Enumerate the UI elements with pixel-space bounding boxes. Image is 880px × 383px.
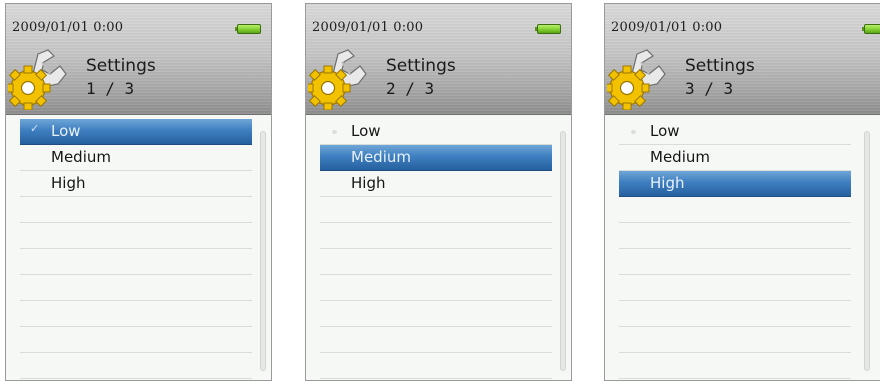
option-high[interactable]: High bbox=[20, 171, 252, 197]
option-low[interactable]: Low bbox=[619, 119, 851, 145]
option-medium[interactable]: Medium bbox=[320, 145, 552, 171]
option-list: Low Medium High bbox=[320, 119, 552, 379]
checkmark-icon: ✓ bbox=[30, 122, 40, 135]
datetime-label: 2009/01/01 0:00 bbox=[12, 20, 124, 35]
empty-row bbox=[619, 249, 851, 275]
empty-row bbox=[20, 223, 252, 249]
option-label: Low bbox=[51, 122, 81, 140]
empty-row bbox=[320, 327, 552, 353]
option-label: Medium bbox=[51, 148, 111, 166]
empty-row bbox=[20, 197, 252, 223]
status-header: 2009/01/01 0:00 bbox=[6, 4, 271, 115]
datetime-label: 2009/01/01 0:00 bbox=[312, 20, 424, 35]
settings-gear-wrench-icon bbox=[607, 49, 666, 110]
device-screens: 2009/01/01 0:00 Settings 1 / 3 ✓ Low Med… bbox=[0, 0, 880, 383]
empty-row bbox=[320, 353, 552, 379]
settings-screen-3: 2009/01/01 0:00 Settings 3 / 3 Low Mediu… bbox=[604, 3, 880, 381]
scrollbar[interactable] bbox=[864, 131, 870, 371]
empty-row bbox=[20, 249, 252, 275]
empty-row bbox=[619, 275, 851, 301]
bullet-icon bbox=[631, 130, 636, 134]
settings-gear-wrench-icon bbox=[8, 49, 67, 110]
page-indicator: 3 / 3 bbox=[685, 79, 734, 98]
status-header: 2009/01/01 0:00 bbox=[306, 4, 571, 115]
scrollbar[interactable] bbox=[260, 131, 266, 371]
empty-row bbox=[619, 301, 851, 327]
settings-screen-2: 2009/01/01 0:00 Settings 2 / 3 Low Mediu… bbox=[305, 3, 572, 381]
empty-row bbox=[619, 353, 851, 379]
option-list: Low Medium High bbox=[619, 119, 851, 379]
option-low[interactable]: Low bbox=[320, 119, 552, 145]
option-label: Medium bbox=[650, 148, 710, 166]
empty-row bbox=[20, 301, 252, 327]
battery-full-icon bbox=[235, 24, 261, 34]
datetime-label: 2009/01/01 0:00 bbox=[611, 20, 723, 35]
screen-title: Settings bbox=[86, 56, 156, 76]
empty-row bbox=[20, 275, 252, 301]
option-low[interactable]: ✓ Low bbox=[20, 119, 252, 145]
empty-row bbox=[619, 327, 851, 353]
option-label: Low bbox=[351, 122, 381, 140]
screen-title: Settings bbox=[386, 56, 456, 76]
settings-screen-1: 2009/01/01 0:00 Settings 1 / 3 ✓ Low Med… bbox=[5, 3, 272, 381]
battery-full-icon bbox=[535, 24, 561, 34]
screen-title: Settings bbox=[685, 56, 755, 76]
bullet-icon bbox=[332, 130, 337, 134]
option-label: High bbox=[650, 174, 685, 192]
option-list: ✓ Low Medium High bbox=[20, 119, 252, 379]
page-indicator: 2 / 3 bbox=[386, 79, 435, 98]
page-indicator: 1 / 3 bbox=[86, 79, 135, 98]
option-high[interactable]: High bbox=[320, 171, 552, 197]
empty-row bbox=[320, 249, 552, 275]
empty-row bbox=[320, 197, 552, 223]
option-medium[interactable]: Medium bbox=[20, 145, 252, 171]
empty-row bbox=[320, 301, 552, 327]
option-label: Low bbox=[650, 122, 680, 140]
empty-row bbox=[20, 353, 252, 379]
empty-row bbox=[20, 327, 252, 353]
scrollbar[interactable] bbox=[560, 131, 566, 371]
option-label: High bbox=[51, 174, 86, 192]
option-medium[interactable]: Medium bbox=[619, 145, 851, 171]
empty-row bbox=[619, 223, 851, 249]
option-high[interactable]: High bbox=[619, 171, 851, 197]
option-label: High bbox=[351, 174, 386, 192]
empty-row bbox=[320, 223, 552, 249]
status-header: 2009/01/01 0:00 bbox=[605, 4, 880, 115]
settings-gear-wrench-icon bbox=[308, 49, 367, 110]
empty-row bbox=[619, 197, 851, 223]
option-label: Medium bbox=[351, 148, 411, 166]
battery-full-icon bbox=[862, 24, 880, 34]
empty-row bbox=[320, 275, 552, 301]
